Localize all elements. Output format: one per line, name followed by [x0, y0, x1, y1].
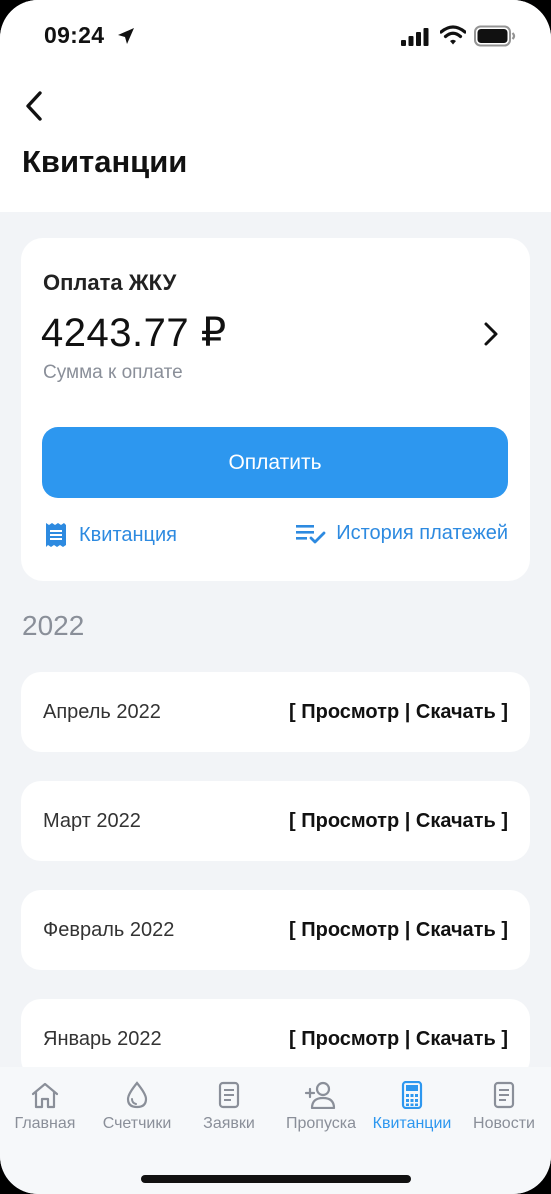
- status-bar: 09:24: [0, 0, 551, 72]
- tab-requests[interactable]: Заявки: [184, 1081, 274, 1133]
- tab-label: Квитанции: [372, 1115, 452, 1132]
- phone-screen: 09:24 Квитанции Оплата ЖКУ 4243.77 ₽ Сум…: [0, 0, 551, 1194]
- home-icon: [31, 1082, 59, 1109]
- payment-history-link-label: История платежей: [336, 522, 508, 544]
- checklist-icon: [296, 524, 326, 543]
- receipt-row: Март 2022 [ Просмотр | Скачать ]: [21, 781, 530, 861]
- back-button[interactable]: [16, 86, 52, 126]
- water-drop-icon: [126, 1081, 148, 1109]
- receipt-row: Февраль 2022 [ Просмотр | Скачать ]: [21, 890, 530, 970]
- receipt-link[interactable]: Квитанция: [45, 522, 177, 548]
- payment-amount-caption: Сумма к оплате: [43, 362, 183, 383]
- chevron-right-icon[interactable]: [480, 320, 502, 348]
- tab-home[interactable]: Главная: [0, 1081, 90, 1133]
- document-icon: [218, 1081, 240, 1109]
- payment-history-link[interactable]: История платежей: [296, 522, 508, 545]
- tab-meters[interactable]: Счетчики: [92, 1081, 182, 1133]
- receipt-actions[interactable]: [ Просмотр | Скачать ]: [289, 672, 508, 752]
- tab-label: Пропуска: [285, 1115, 357, 1132]
- year-heading: 2022: [22, 610, 85, 641]
- chevron-left-icon: [26, 91, 42, 121]
- status-time: 09:24: [44, 22, 105, 48]
- calculator-icon: [401, 1081, 423, 1109]
- location-arrow-icon: [118, 28, 134, 44]
- receipt-actions[interactable]: [ Просмотр | Скачать ]: [289, 890, 508, 970]
- tab-news[interactable]: Новости: [459, 1081, 549, 1133]
- payment-card: Оплата ЖКУ 4243.77 ₽ Сумма к оплате Опла…: [21, 238, 530, 581]
- receipt-row: Апрель 2022 [ Просмотр | Скачать ]: [21, 672, 530, 752]
- payment-amount: 4243.77 ₽: [41, 311, 227, 355]
- tab-receipts[interactable]: Квитанции: [367, 1081, 457, 1133]
- wifi-icon: [440, 25, 466, 45]
- tab-label: Главная: [14, 1115, 76, 1132]
- receipt-icon: [46, 523, 66, 547]
- receipt-actions[interactable]: [ Просмотр | Скачать ]: [289, 781, 508, 861]
- tab-label: Новости: [473, 1115, 535, 1132]
- receipt-month: Февраль 2022: [43, 918, 175, 941]
- tab-label: Заявки: [203, 1115, 255, 1132]
- news-icon: [493, 1081, 515, 1109]
- receipt-month: Апрель 2022: [43, 700, 161, 723]
- page-title: Квитанции: [22, 144, 188, 179]
- pay-button[interactable]: Оплатить: [42, 427, 508, 498]
- receipt-link-label: Квитанция: [79, 523, 178, 546]
- tab-label: Счетчики: [102, 1115, 172, 1132]
- add-person-icon: [304, 1081, 336, 1109]
- cellular-signal-icon: [401, 28, 429, 46]
- receipt-month: Март 2022: [43, 809, 141, 832]
- home-indicator: [141, 1175, 411, 1183]
- battery-icon: [474, 25, 516, 47]
- payment-title: Оплата ЖКУ: [43, 270, 177, 295]
- tab-passes[interactable]: Пропуска: [276, 1081, 366, 1133]
